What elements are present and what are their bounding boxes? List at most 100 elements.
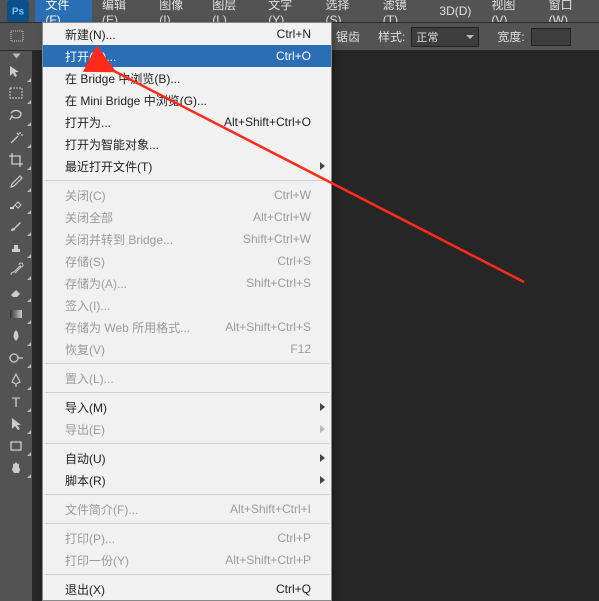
menu-item-label: 退出(X) [65, 581, 276, 598]
menu-item: 置入(L)... [43, 367, 331, 389]
menu-item-label: 存储为 Web 所用格式... [65, 319, 225, 336]
file-menu-dropdown: 新建(N)...Ctrl+N打开(O)...Ctrl+O在 Bridge 中浏览… [42, 22, 332, 601]
menu-window[interactable]: 窗口(W) [539, 0, 599, 22]
menu-3d[interactable]: 3D(D) [429, 0, 481, 22]
menu-item-label: 最近打开文件(T) [65, 158, 311, 175]
eyedropper-tool[interactable] [0, 171, 32, 193]
menu-item-label: 自动(U) [65, 450, 311, 467]
marquee-tool[interactable] [0, 83, 32, 105]
lasso-tool[interactable] [0, 105, 32, 127]
menu-item: 存储(S)Ctrl+S [43, 250, 331, 272]
magic-wand-tool[interactable] [0, 127, 32, 149]
path-selection-tool[interactable] [0, 413, 32, 435]
menu-item: 存储为(A)...Shift+Ctrl+S [43, 272, 331, 294]
menu-separator [45, 494, 329, 495]
menu-item-label: 在 Mini Bridge 中浏览(G)... [65, 92, 311, 109]
menu-item[interactable]: 脚本(R) [43, 469, 331, 491]
menu-item: 签入(I)... [43, 294, 331, 316]
toolbox-collapse[interactable] [0, 51, 32, 61]
submenu-arrow-icon [320, 162, 325, 170]
menu-item: 恢复(V)F12 [43, 338, 331, 360]
menu-item-shortcut: Ctrl+S [277, 254, 311, 268]
menu-item-label: 导出(E) [65, 421, 311, 438]
width-input[interactable] [531, 28, 571, 46]
menu-layer[interactable]: 图层(L) [202, 0, 258, 22]
menu-select[interactable]: 选择(S) [315, 0, 372, 22]
crop-tool[interactable] [0, 149, 32, 171]
menu-item: 打印一份(Y)Alt+Shift+Ctrl+P [43, 549, 331, 571]
menu-edit[interactable]: 编辑(E) [92, 0, 149, 22]
app-logo: Ps [0, 0, 35, 22]
menu-image[interactable]: 图像(I) [149, 0, 202, 22]
menu-item: 存储为 Web 所用格式...Alt+Shift+Ctrl+S [43, 316, 331, 338]
toolbox: T [0, 51, 32, 479]
move-tool[interactable] [0, 61, 32, 83]
type-tool[interactable]: T [0, 391, 32, 413]
menu-item-label: 打印一份(Y) [65, 552, 225, 569]
menu-item[interactable]: 自动(U) [43, 447, 331, 469]
menu-filter[interactable]: 滤镜(T) [373, 0, 430, 22]
hand-tool[interactable] [0, 457, 32, 479]
menu-item-shortcut: Ctrl+P [277, 531, 311, 545]
menu-item[interactable]: 打开(O)...Ctrl+O [43, 45, 331, 67]
menu-item-label: 签入(I)... [65, 297, 311, 314]
menu-item-shortcut: Alt+Shift+Ctrl+O [224, 115, 311, 129]
menu-item-label: 新建(N)... [65, 26, 277, 43]
style-label: 样式: [378, 28, 405, 45]
blur-tool[interactable] [0, 325, 32, 347]
menu-item-label: 文件简介(F)... [65, 501, 230, 518]
menu-item[interactable]: 打开为智能对象... [43, 133, 331, 155]
menu-item[interactable]: 退出(X)Ctrl+Q [43, 578, 331, 600]
chevron-down-icon [466, 35, 474, 39]
menu-file[interactable]: 文件(F) [35, 0, 92, 22]
width-label: 宽度: [497, 28, 524, 45]
menu-separator [45, 180, 329, 181]
menu-item[interactable]: 打开为...Alt+Shift+Ctrl+O [43, 111, 331, 133]
menu-item: 文件简介(F)...Alt+Shift+Ctrl+I [43, 498, 331, 520]
menu-item[interactable]: 导入(M) [43, 396, 331, 418]
history-brush-tool[interactable] [0, 259, 32, 281]
menu-view[interactable]: 视图(V) [481, 0, 538, 22]
menu-item-shortcut: Alt+Shift+Ctrl+P [225, 553, 311, 567]
menu-item-label: 打开为智能对象... [65, 136, 311, 153]
menu-item[interactable]: 在 Mini Bridge 中浏览(G)... [43, 89, 331, 111]
menu-item-shortcut: Shift+Ctrl+S [246, 276, 311, 290]
brush-tool[interactable] [0, 215, 32, 237]
dodge-tool[interactable] [0, 347, 32, 369]
clone-stamp-tool[interactable] [0, 237, 32, 259]
gradient-tool[interactable] [0, 303, 32, 325]
menu-type[interactable]: 文字(Y) [258, 0, 315, 22]
submenu-arrow-icon [320, 476, 325, 484]
rectangle-tool[interactable] [0, 435, 32, 457]
svg-text:T: T [12, 394, 21, 410]
menu-item-shortcut: Shift+Ctrl+W [243, 232, 311, 246]
style-select[interactable]: 正常 [411, 27, 479, 47]
menu-item-label: 在 Bridge 中浏览(B)... [65, 70, 311, 87]
menu-item-label: 导入(M) [65, 399, 311, 416]
submenu-arrow-icon [320, 425, 325, 433]
eraser-tool[interactable] [0, 281, 32, 303]
menu-item-label: 关闭并转到 Bridge... [65, 231, 243, 248]
menu-item-shortcut: Alt+Shift+Ctrl+S [225, 320, 311, 334]
pen-tool[interactable] [0, 369, 32, 391]
menu-separator [45, 523, 329, 524]
antialias-label: 锯齿 [336, 28, 360, 45]
menu-item-label: 关闭全部 [65, 209, 253, 226]
tool-preset-icon[interactable] [8, 29, 30, 45]
menu-item[interactable]: 在 Bridge 中浏览(B)... [43, 67, 331, 89]
menu-item-label: 存储(S) [65, 253, 277, 270]
healing-brush-tool[interactable] [0, 193, 32, 215]
menu-item-shortcut: Ctrl+Q [276, 582, 311, 596]
menu-item: 导出(E) [43, 418, 331, 440]
menu-item-label: 恢复(V) [65, 341, 290, 358]
menu-item-shortcut: Ctrl+O [276, 49, 311, 63]
menu-item[interactable]: 最近打开文件(T) [43, 155, 331, 177]
menu-item-label: 脚本(R) [65, 472, 311, 489]
style-value: 正常 [416, 29, 438, 45]
menu-item-shortcut: Ctrl+N [277, 27, 311, 41]
menu-item[interactable]: 新建(N)...Ctrl+N [43, 23, 331, 45]
menu-item: 打印(P)...Ctrl+P [43, 527, 331, 549]
menu-separator [45, 363, 329, 364]
menu-item-label: 存储为(A)... [65, 275, 246, 292]
menu-item-shortcut: Alt+Ctrl+W [253, 210, 311, 224]
